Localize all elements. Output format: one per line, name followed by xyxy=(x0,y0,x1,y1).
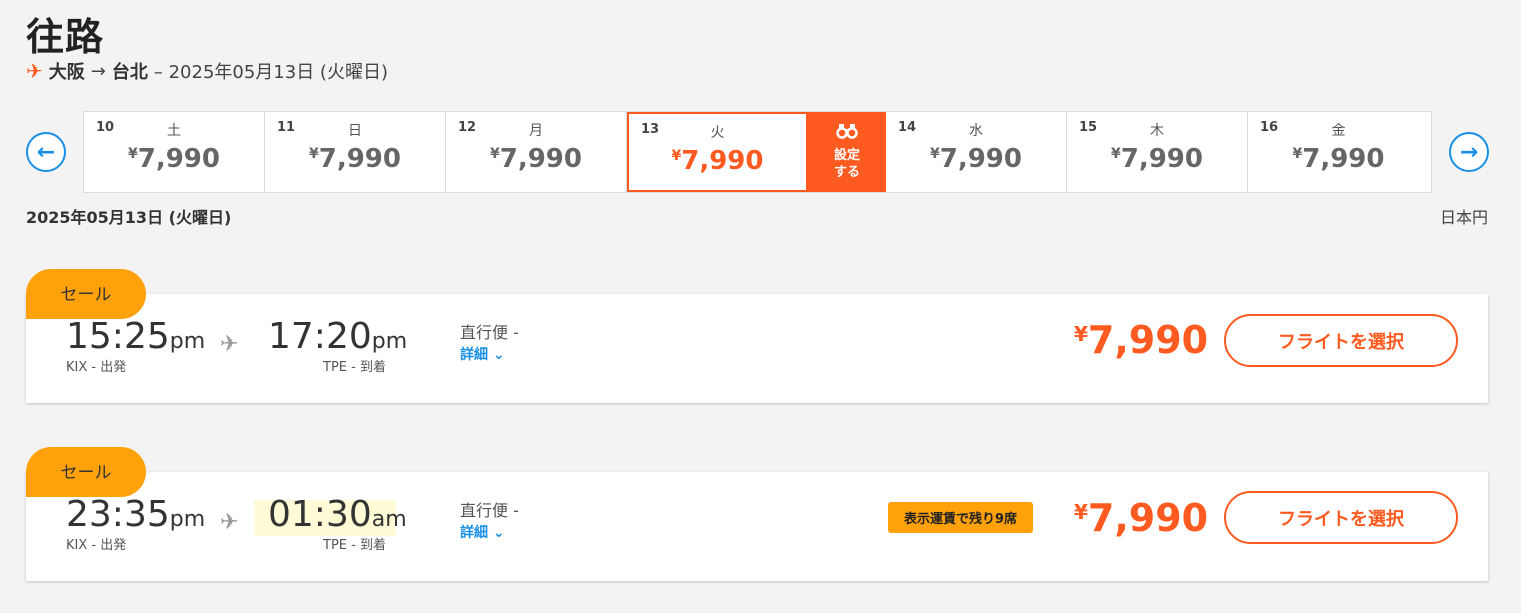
previous-dates-button[interactable]: ← xyxy=(26,132,66,172)
date-price: ¥7,990 xyxy=(671,146,764,176)
flight-price: ¥7,990 xyxy=(1074,496,1209,540)
page-title: 往路 xyxy=(26,15,105,59)
date-option-14[interactable]: 14 水 ¥7,990 xyxy=(886,112,1067,192)
seats-left-badge: 表示運賃で残り9席 xyxy=(888,502,1034,533)
departure-time: 23:35pm xyxy=(66,494,206,535)
day-of-week: 金 xyxy=(1331,123,1346,139)
date-price: ¥7,990 xyxy=(128,144,220,174)
arrow-left-circle-icon: ← xyxy=(36,139,56,165)
arrival-airport: TPE - 到着 xyxy=(323,538,386,553)
flight-card: 15:25pm KIX - 出発 ✈ 17:20pm TPE - 到着 直行便 … xyxy=(26,294,1488,403)
departure-airport: KIX - 出発 xyxy=(66,360,127,375)
set-alert-label-2: する xyxy=(833,164,860,180)
plane-icon: ✈ xyxy=(26,59,43,83)
arrival-airport: TPE - 到着 xyxy=(323,360,386,375)
flight-type: 直行便 - xyxy=(460,323,519,342)
departure-time: 15:25pm xyxy=(66,316,206,357)
arrival-time: 17:20pm xyxy=(268,316,408,357)
route-origin: 大阪 xyxy=(48,62,85,83)
route-summary: ✈ 大阪 → 台北 – 2025年05月13日 (火曜日) xyxy=(26,58,388,84)
date-option-10[interactable]: 10 土 ¥7,990 xyxy=(84,112,265,192)
date-price: ¥7,990 xyxy=(930,144,1022,174)
day-of-week: 水 xyxy=(969,123,983,139)
flight-type: 直行便 - xyxy=(460,501,519,520)
date-option-13-selected[interactable]: 13 火 ¥7,990 xyxy=(627,112,808,192)
binoculars-icon xyxy=(836,122,858,145)
flight-card: 23:35pm KIX - 出発 ✈ 01:30am TPE - 到着 直行便 … xyxy=(26,472,1488,581)
date-option-11[interactable]: 11 日 ¥7,990 xyxy=(265,112,446,192)
next-dates-button[interactable]: → xyxy=(1449,132,1489,172)
plane-icon: ✈ xyxy=(220,510,239,535)
set-alert-button[interactable]: 設定 する xyxy=(808,112,886,192)
day-of-week: 月 xyxy=(529,123,543,139)
details-link[interactable]: 詳細 ⌄ xyxy=(460,522,505,542)
currency-label: 日本円 xyxy=(1439,208,1488,227)
route-arrow: → xyxy=(90,60,106,82)
day-of-week: 火 xyxy=(710,125,725,141)
date-price: ¥7,990 xyxy=(1111,144,1203,174)
day-of-week: 土 xyxy=(167,123,181,139)
route-date: – 2025年05月13日 (火曜日) xyxy=(153,62,388,83)
date-price: ¥7,990 xyxy=(490,144,582,174)
sale-badge: セール xyxy=(26,269,146,319)
sale-badge: セール xyxy=(26,447,146,497)
route-destination: 台北 xyxy=(111,62,148,83)
select-flight-button[interactable]: フライトを選択 xyxy=(1224,491,1458,544)
arrival-time: 01:30am xyxy=(268,494,407,535)
plane-icon: ✈ xyxy=(220,332,239,357)
date-option-16[interactable]: 16 金 ¥7,990 xyxy=(1248,112,1429,192)
departure-airport: KIX - 出発 xyxy=(66,538,127,553)
date-price: ¥7,990 xyxy=(309,144,401,174)
date-selector: 10 土 ¥7,990 11 日 ¥7,990 12 月 ¥7,990 13 火… xyxy=(83,111,1432,193)
chevron-down-icon: ⌄ xyxy=(492,347,505,363)
set-alert-label-1: 設定 xyxy=(833,147,860,163)
arrow-right-circle-icon: → xyxy=(1459,139,1479,165)
date-price: ¥7,990 xyxy=(1292,144,1385,174)
day-of-week: 日 xyxy=(348,123,362,139)
chevron-down-icon: ⌄ xyxy=(492,525,505,541)
date-option-12[interactable]: 12 月 ¥7,990 xyxy=(446,112,627,192)
selected-date-heading: 2025年05月13日 (火曜日) xyxy=(26,208,232,227)
date-option-15[interactable]: 15 木 ¥7,990 xyxy=(1067,112,1248,192)
flight-price: ¥7,990 xyxy=(1074,318,1209,362)
select-flight-button[interactable]: フライトを選択 xyxy=(1224,314,1458,367)
day-of-week: 木 xyxy=(1150,123,1164,139)
details-link[interactable]: 詳細 ⌄ xyxy=(460,344,505,364)
